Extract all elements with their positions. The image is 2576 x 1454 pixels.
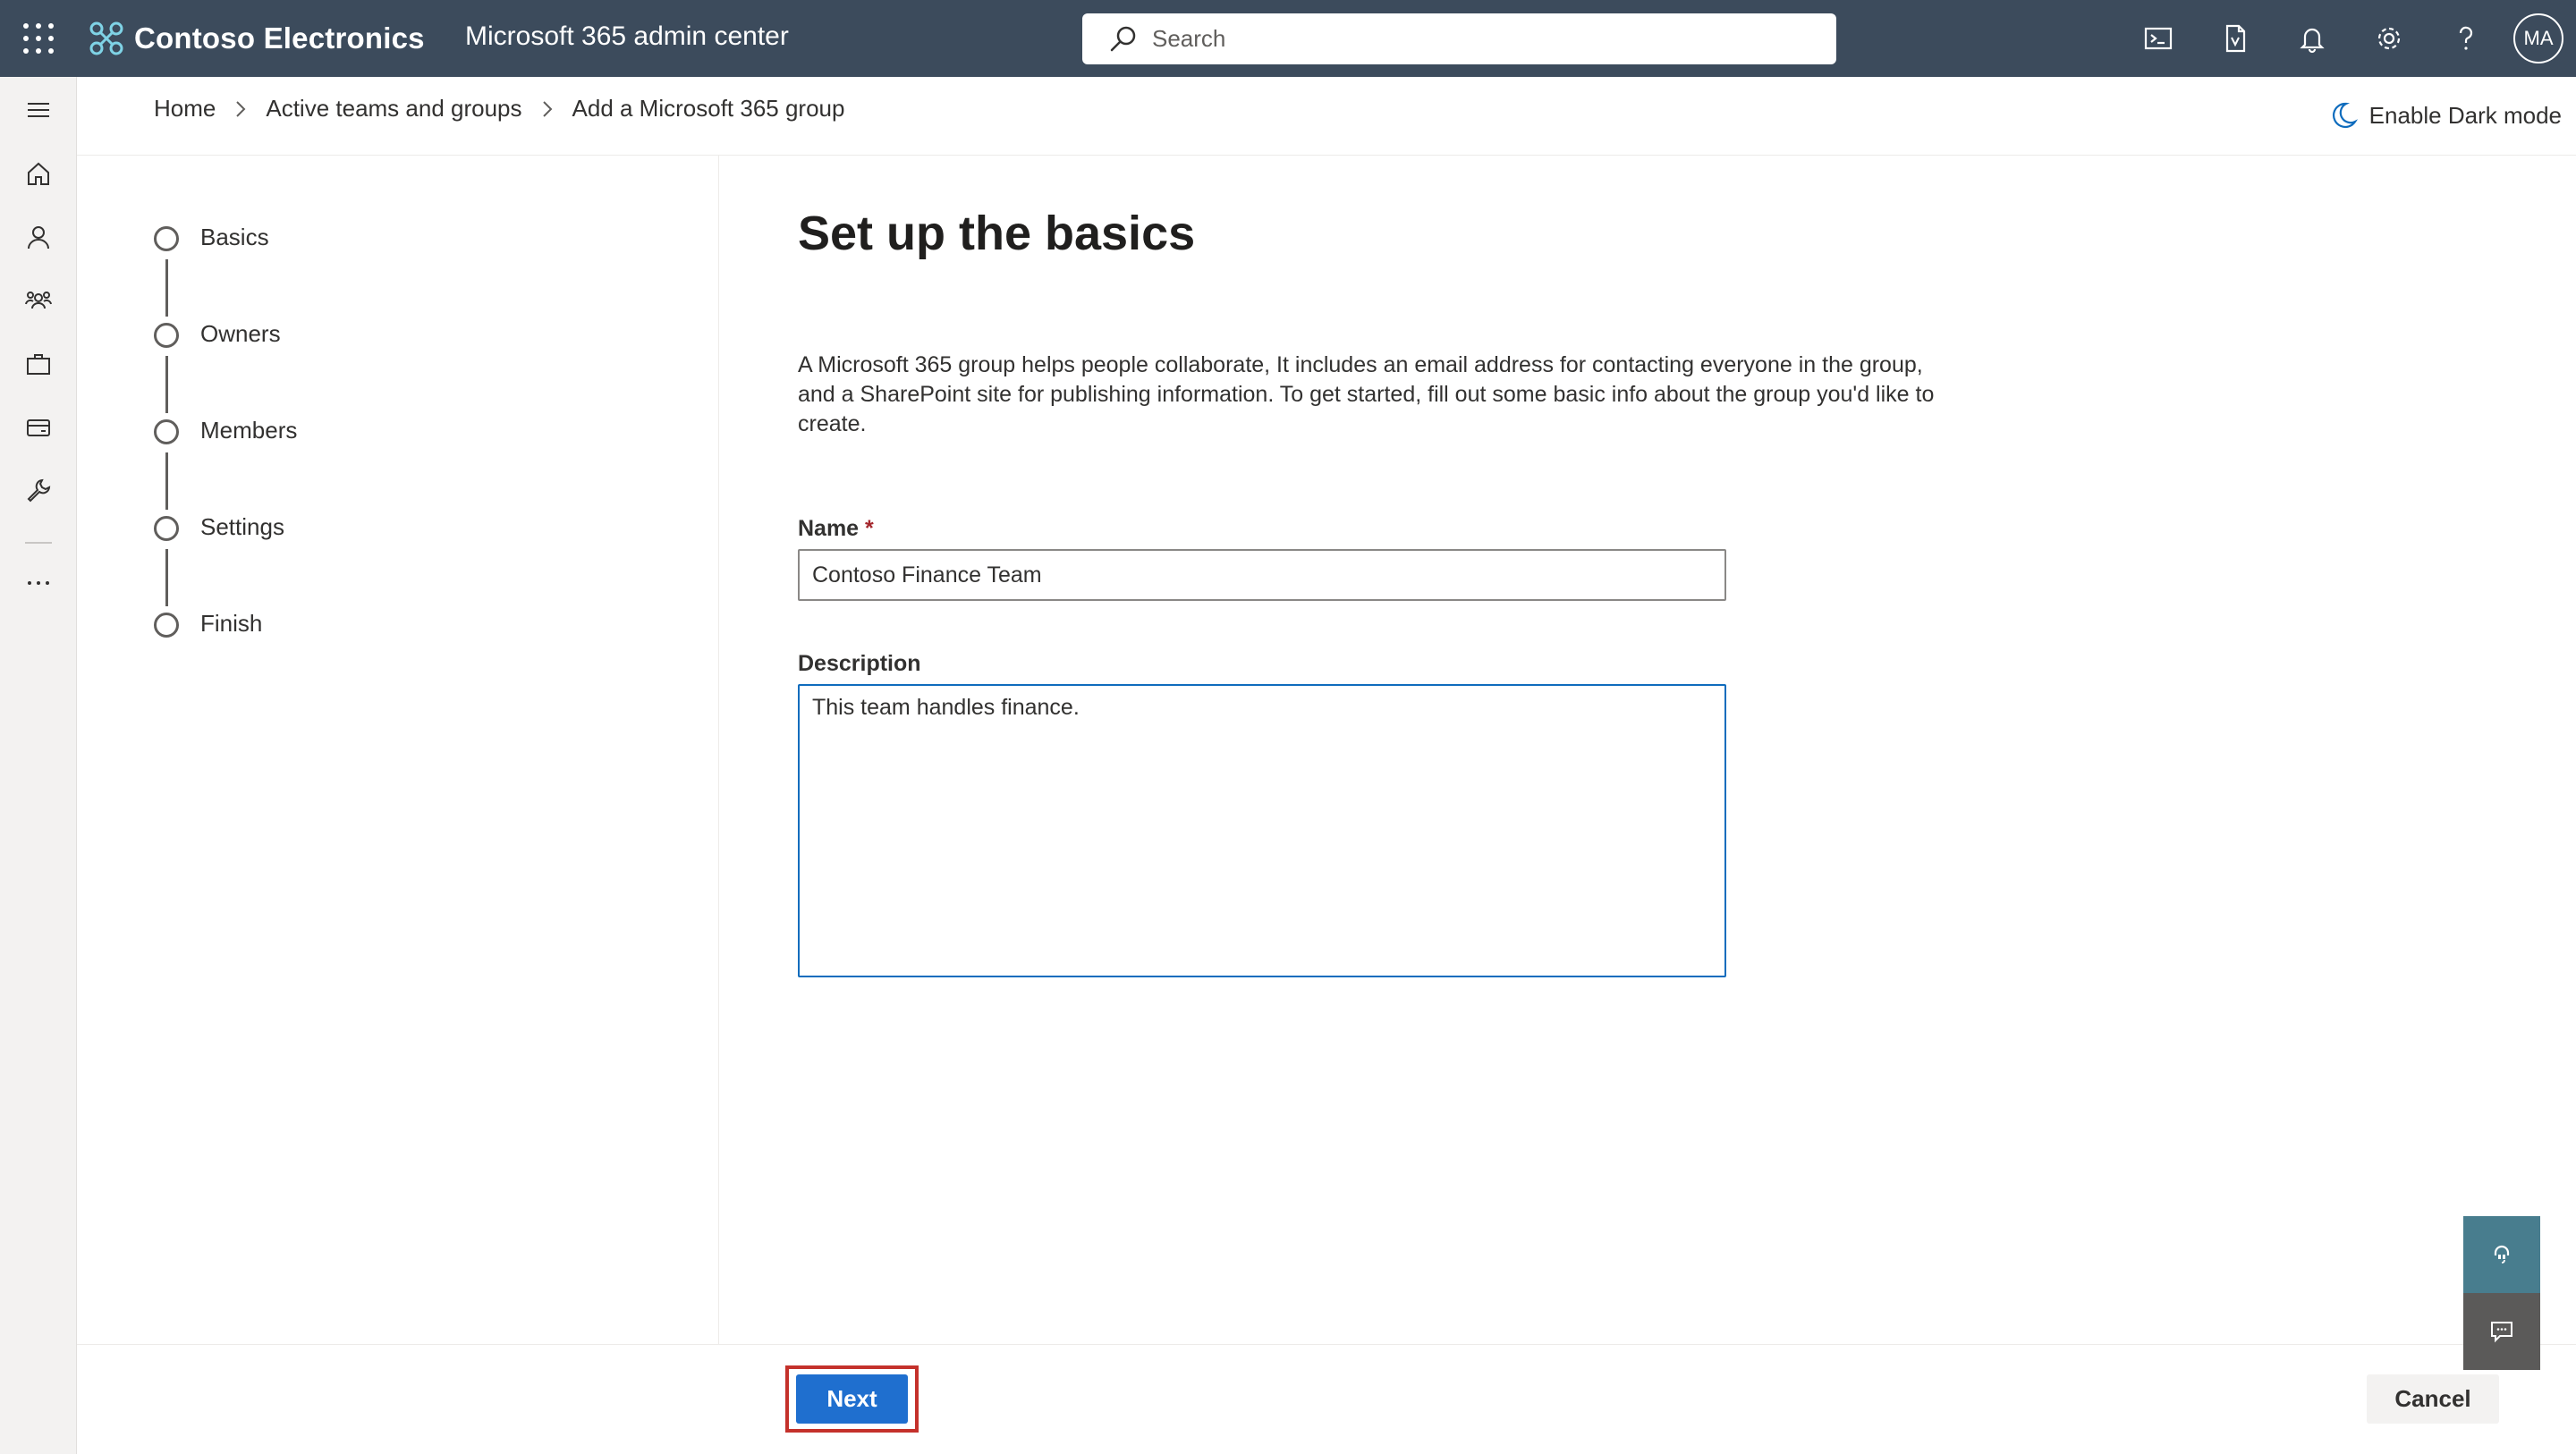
terminal-icon[interactable] <box>2120 0 2197 77</box>
step-circle-icon <box>154 613 179 638</box>
step-connector <box>165 549 168 606</box>
search-input[interactable] <box>1152 25 1778 53</box>
contoso-logo-icon <box>89 21 123 55</box>
dark-mode-label: Enable Dark mode <box>2368 101 2562 129</box>
wrench-icon[interactable] <box>0 464 77 518</box>
chevron-right-icon <box>542 100 552 117</box>
step-label: Basics <box>200 224 269 250</box>
step-basics[interactable]: Basics <box>154 224 297 320</box>
more-icon[interactable] <box>0 556 77 610</box>
help-icon[interactable] <box>2428 0 2504 77</box>
step-label: Owners <box>200 320 281 347</box>
step-settings[interactable]: Settings <box>154 513 297 610</box>
step-circle-icon <box>154 419 179 444</box>
groups-icon[interactable] <box>0 274 77 327</box>
step-owners[interactable]: Owners <box>154 320 297 417</box>
top-header: Contoso Electronics Microsoft 365 admin … <box>0 0 2576 77</box>
panel-divider <box>718 156 719 1345</box>
step-connector <box>165 259 168 317</box>
step-connector <box>165 356 168 413</box>
avatar[interactable]: MA <box>2513 13 2563 63</box>
feedback-button[interactable] <box>2463 1293 2540 1370</box>
breadcrumb-home[interactable]: Home <box>154 95 216 123</box>
step-circle-icon <box>154 226 179 251</box>
page-title: Set up the basics <box>798 207 1196 260</box>
app-launcher-icon[interactable] <box>23 23 54 54</box>
breadcrumb-current-page: Add a Microsoft 365 group <box>572 95 845 122</box>
app-title[interactable]: Microsoft 365 admin center <box>465 21 789 52</box>
footer-divider <box>77 1344 2576 1345</box>
org-brand[interactable]: Contoso Electronics <box>88 18 425 59</box>
chevron-right-icon <box>236 100 246 117</box>
search-icon <box>1110 26 1136 51</box>
user-icon[interactable] <box>0 210 77 264</box>
name-field[interactable] <box>798 549 1726 601</box>
name-label: Name * <box>798 516 1952 542</box>
required-marker: * <box>865 516 874 541</box>
moon-icon <box>2332 102 2358 128</box>
gear-icon[interactable] <box>2351 0 2428 77</box>
header-divider <box>77 155 2576 156</box>
headset-icon <box>2494 1245 2510 1264</box>
step-finish[interactable]: Finish <box>154 610 297 706</box>
bell-icon[interactable] <box>2274 0 2351 77</box>
rail-divider <box>25 542 52 544</box>
menu-icon[interactable] <box>0 83 77 137</box>
step-label: Finish <box>200 610 263 637</box>
support-button[interactable] <box>2463 1216 2540 1293</box>
dark-mode-toggle[interactable]: Enable Dark mode <box>2328 100 2562 131</box>
home-icon[interactable] <box>0 147 77 200</box>
step-label: Settings <box>200 513 284 540</box>
next-button[interactable]: Next <box>796 1374 908 1424</box>
step-members[interactable]: Members <box>154 417 297 513</box>
billing-icon[interactable] <box>0 401 77 454</box>
name-label-text: Name <box>798 516 860 541</box>
basics-form: Set up the basics A Microsoft 365 group … <box>798 206 1952 982</box>
step-circle-icon <box>154 516 179 541</box>
intro-text: A Microsoft 365 group helps people colla… <box>798 352 1935 436</box>
chat-icon <box>2491 1322 2512 1343</box>
org-name: Contoso Electronics <box>134 21 425 55</box>
breadcrumb-active-teams-and-groups[interactable]: Active teams and groups <box>266 95 521 123</box>
left-navigation-rail <box>0 77 77 1454</box>
cancel-button[interactable]: Cancel <box>2367 1374 2499 1424</box>
description-label: Description <box>798 651 921 676</box>
step-circle-icon <box>154 323 179 348</box>
briefcase-icon[interactable] <box>0 337 77 391</box>
step-connector <box>165 452 168 510</box>
wizard-steps: Basics Owners Members Settings Finish <box>154 224 297 706</box>
description-field[interactable]: This team handles finance. <box>798 684 1726 977</box>
breadcrumb: Home Active teams and groups Add a Micro… <box>154 95 844 123</box>
document-icon[interactable] <box>2197 0 2274 77</box>
header-actions: MA <box>2120 0 2576 77</box>
step-label: Members <box>200 417 298 444</box>
search-box[interactable] <box>1082 13 1836 64</box>
